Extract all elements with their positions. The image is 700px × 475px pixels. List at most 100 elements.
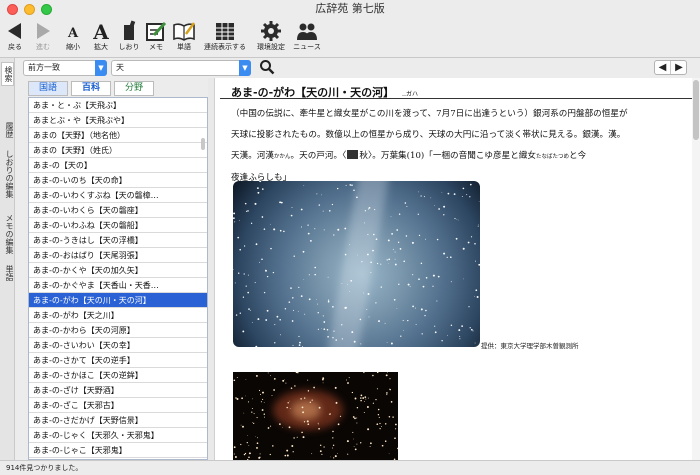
list-item[interactable]: あま‐の‐じゃこ【天邪鬼】 (29, 443, 207, 458)
star-dot (390, 216, 392, 218)
list-item[interactable]: あま‐の‐おはばり【天尾羽張】 (29, 248, 207, 263)
list-item[interactable]: あま‐の‐じゃく【天邪久・天邪鬼】 (29, 428, 207, 443)
list-item[interactable]: あま‐の‐いわふね【天の磐船】 (29, 218, 207, 233)
continuous-view-label: 連続表示する (204, 43, 246, 51)
list-item[interactable]: あま‐の‐さかほこ【天の逆鉾】 (29, 368, 207, 383)
list-item[interactable]: あま‐の‐ざけ【天野酒】 (29, 383, 207, 398)
settings-button[interactable]: 環境設定 (253, 18, 289, 58)
star-dot (368, 207, 371, 209)
continuous-view-button[interactable]: 連続表示する (203, 18, 247, 58)
tab-kokugo[interactable]: 国語 (28, 81, 68, 96)
star-dot (470, 328, 473, 331)
search-icon[interactable] (259, 59, 275, 75)
large-a-icon: A (92, 20, 109, 42)
list-item[interactable]: あま‐の‐いわくすぶね【天の磐樟… (29, 188, 207, 203)
star-dot (344, 227, 347, 230)
wordbook-label: 単語 (177, 43, 191, 51)
news-button[interactable]: ニュース (290, 18, 324, 58)
list-item[interactable]: あま‐の‐うきはし【天の浮橋】 (29, 233, 207, 248)
side-tab-history[interactable]: 履歴 (1, 120, 14, 140)
list-item[interactable]: あま‐の‐かぐやま【天香山・天香… (29, 278, 207, 293)
list-scrollbar[interactable] (201, 138, 205, 150)
star-dot (282, 379, 285, 382)
forward-button[interactable]: 進む (30, 18, 56, 58)
body-text: と今 (569, 151, 587, 161)
star-dot (388, 415, 391, 418)
star-dot (412, 274, 414, 276)
list-item[interactable]: あま‐の‐いわくら【天の磐座】 (29, 203, 207, 218)
close-window-button[interactable] (7, 4, 18, 15)
star-dot (327, 336, 329, 338)
list-item[interactable]: あま‐の‐かわら【天の河原】 (29, 323, 207, 338)
shrink-text-button[interactable]: A 縮小 (60, 18, 86, 58)
star-dot (345, 184, 347, 186)
star-dot (291, 320, 294, 322)
star-dot (330, 456, 331, 458)
list-item[interactable]: あま・と・ぶ【天飛ぶ】 (29, 98, 207, 113)
star-dot (291, 445, 294, 447)
star-dot (291, 207, 293, 209)
star-dot (364, 401, 365, 402)
tab-bunya[interactable]: 分野 (114, 81, 154, 96)
list-item[interactable]: あま‐の‐いのち【天の命】 (29, 173, 207, 188)
star-dot (262, 188, 264, 190)
star-dot (434, 331, 437, 334)
search-row: 前方一致 ▼ 天 ▼ (15, 58, 700, 78)
star-dot (367, 428, 370, 431)
content-scrollbar[interactable] (692, 78, 700, 460)
star-dot (350, 279, 353, 282)
side-tab-search[interactable]: 検索 (1, 62, 14, 86)
star-dot (469, 327, 471, 329)
star-dot (470, 183, 472, 186)
minimize-window-button[interactable] (24, 4, 35, 15)
nebula-photo[interactable] (233, 372, 398, 460)
star-dot (308, 274, 310, 276)
list-item[interactable]: あま‐の‐さかて【天の逆手】 (29, 353, 207, 368)
side-tab-memo-edit[interactable]: メモの編集 (1, 210, 14, 258)
prev-entry-arrow-icon[interactable]: ◀ (655, 61, 671, 74)
search-mode-select[interactable]: 前方一致 ▼ (23, 60, 107, 76)
star-dot (307, 232, 310, 235)
star-dot (242, 296, 245, 298)
tab-hyakka[interactable]: 百科 (71, 81, 111, 96)
side-tab-wordbook[interactable]: 単語 (1, 262, 14, 284)
list-item[interactable]: あま‐の【天の】 (29, 158, 207, 173)
star-dot (337, 228, 340, 231)
next-entry-arrow-icon[interactable]: ▶ (671, 61, 687, 74)
star-dot (474, 342, 476, 344)
enlarge-text-button[interactable]: A 拡大 (88, 18, 114, 58)
star-dot (478, 201, 480, 202)
star-dot (284, 308, 287, 310)
milky-way-photo[interactable] (233, 181, 480, 347)
star-dot (260, 394, 261, 395)
star-dot (255, 345, 258, 347)
back-button[interactable]: 戻る (2, 18, 28, 58)
star-dot (362, 397, 365, 399)
list-item[interactable]: あまとぶ・や【天飛ぶや】 (29, 113, 207, 128)
list-item[interactable]: あま‐の‐かくや【天の加久矢】 (29, 263, 207, 278)
memo-button[interactable]: メモ (143, 18, 169, 58)
star-dot (289, 408, 291, 409)
list-item[interactable]: あまの【天野】（地名他） (29, 128, 207, 143)
list-item[interactable]: あま‐の‐さだかげ【天野信景】 (29, 413, 207, 428)
list-item[interactable]: あま‐の‐ざこ【天邪古】 (29, 398, 207, 413)
star-dot (265, 269, 267, 271)
star-dot (335, 401, 338, 404)
zoom-window-button[interactable] (41, 4, 52, 15)
star-dot (458, 329, 461, 332)
star-dot (262, 398, 264, 400)
star-dot (323, 446, 325, 448)
star-dot (378, 320, 380, 323)
list-item[interactable]: あまの【天野】（姓氏） (29, 143, 207, 158)
content-scrollbar-thumb[interactable] (693, 80, 699, 140)
side-tab-bookmark-edit[interactable]: しおりの編集 (1, 144, 14, 204)
star-dot (389, 378, 391, 380)
list-item[interactable]: あま‐の‐がわ【天の川・天の河】 (29, 293, 207, 308)
star-dot (316, 299, 317, 300)
star-dot (397, 447, 398, 450)
list-item[interactable]: あま‐の‐がわ【天之川】 (29, 308, 207, 323)
list-item[interactable]: あま‐の‐さいわい【天の幸】 (29, 338, 207, 353)
bookmark-button[interactable]: しおり (116, 18, 142, 58)
search-input[interactable]: 天 ▼ (111, 60, 251, 76)
wordbook-button[interactable]: 単語 (171, 18, 197, 58)
